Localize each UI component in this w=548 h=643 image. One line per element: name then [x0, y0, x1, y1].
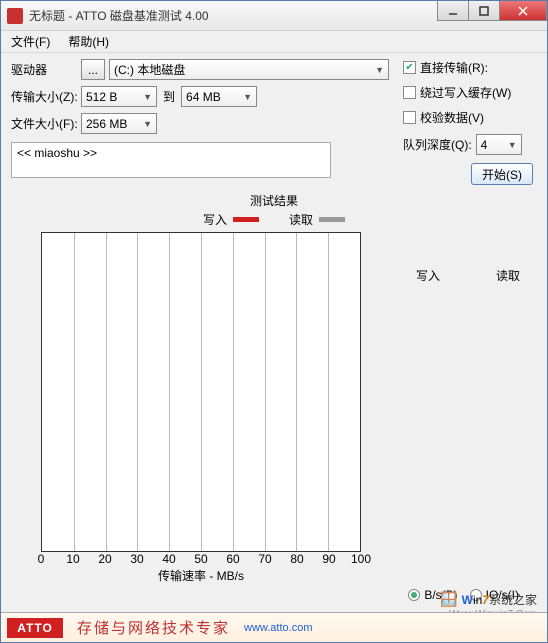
browse-drive-button[interactable]: ... [81, 59, 105, 80]
results-title: 测试结果 [11, 192, 537, 209]
footer: ATTO 存储与网络技术专家 www.atto.com [1, 612, 547, 642]
close-button[interactable] [499, 1, 547, 21]
x-axis-label: 传输速率 - MB/s [41, 567, 361, 584]
results-chart [41, 232, 361, 552]
bypass-cache-label: 绕过写入缓存(W) [420, 84, 511, 101]
x-axis-ticks: 0102030405060708090100 [41, 552, 361, 566]
column-header-write: 写入 [416, 267, 440, 284]
chevron-down-icon: ▼ [243, 92, 252, 102]
chevron-down-icon: ▼ [143, 92, 152, 102]
write-swatch-icon [233, 217, 259, 222]
menu-bar: 文件(F) 帮助(H) [1, 31, 547, 53]
bypass-cache-checkbox[interactable] [403, 86, 416, 99]
verify-data-label: 校验数据(V) [420, 109, 484, 126]
direct-io-label: 直接传输(R): [420, 59, 488, 76]
window-title: 无标题 - ATTO 磁盘基准测试 4.00 [29, 7, 438, 24]
legend-write: 写入 [203, 211, 259, 228]
verify-data-checkbox[interactable] [403, 111, 416, 124]
app-icon [7, 8, 23, 24]
atto-logo: ATTO [7, 618, 63, 638]
transfer-size-to-select[interactable]: 64 MB▼ [181, 86, 257, 107]
description-textarea[interactable]: << miaoshu >> [11, 142, 331, 178]
drive-label: 驱动器 [11, 61, 81, 78]
transfer-size-label: 传输大小(Z): [11, 88, 81, 105]
drive-select[interactable]: (C:) 本地磁盘▼ [109, 59, 389, 80]
transfer-size-from-select[interactable]: 512 B▼ [81, 86, 157, 107]
title-bar: 无标题 - ATTO 磁盘基准测试 4.00 [1, 1, 547, 31]
column-header-read: 读取 [496, 267, 520, 284]
file-size-select[interactable]: 256 MB▼ [81, 113, 157, 134]
menu-file[interactable]: 文件(F) [7, 31, 54, 52]
to-label: 到 [163, 88, 175, 105]
legend-read: 读取 [289, 211, 345, 228]
read-swatch-icon [319, 217, 345, 222]
queue-depth-label: 队列深度(Q): [403, 136, 472, 153]
start-button[interactable]: 开始(S) [471, 163, 533, 185]
chevron-down-icon: ▼ [375, 65, 384, 75]
minimize-button[interactable] [437, 1, 469, 21]
footer-tagline: 存储与网络技术专家 [77, 617, 230, 638]
footer-url: www.atto.com [244, 622, 312, 634]
queue-depth-select[interactable]: 4▼ [476, 134, 522, 155]
unit-bs-radio[interactable] [408, 589, 420, 601]
maximize-button[interactable] [468, 1, 500, 21]
direct-io-checkbox[interactable]: ✔ [403, 61, 416, 74]
chevron-down-icon: ▼ [143, 119, 152, 129]
chevron-down-icon: ▼ [508, 140, 517, 150]
file-size-label: 文件大小(F): [11, 115, 81, 132]
watermark: 🪟 Win7系统之家 [440, 591, 537, 608]
menu-help[interactable]: 帮助(H) [64, 31, 113, 52]
windows-logo-icon: 🪟 [440, 591, 457, 608]
